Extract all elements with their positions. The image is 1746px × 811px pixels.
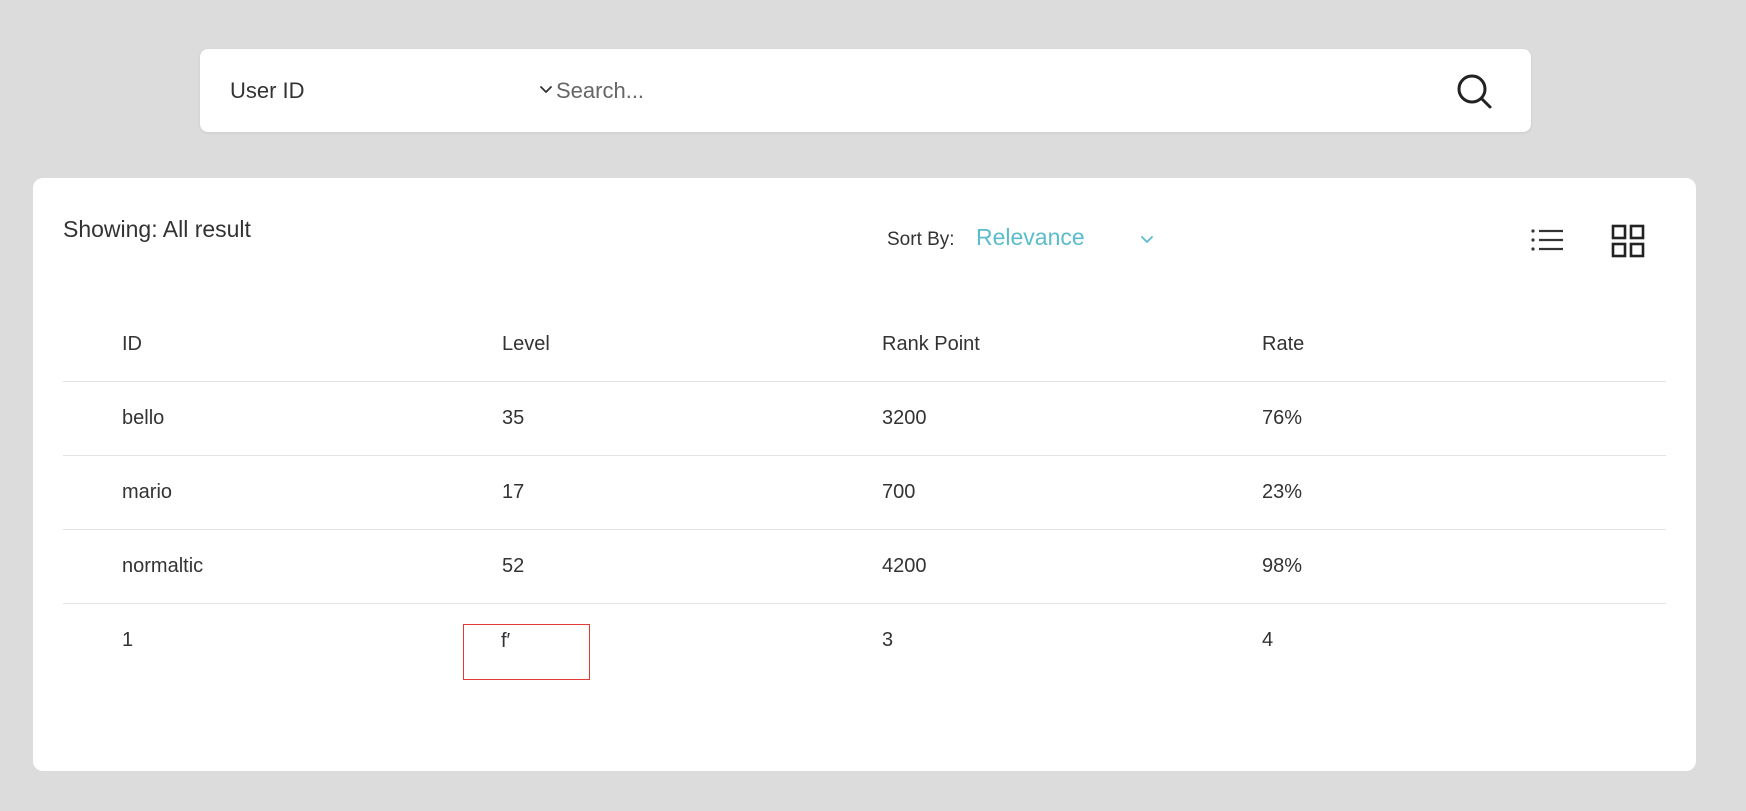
table-row[interactable]: bello 35 3200 76%: [63, 382, 1666, 456]
showing-text: Showing: All result: [63, 216, 251, 242]
sort-value: Relevance: [976, 224, 1085, 250]
cell-rate: 4: [1262, 629, 1274, 651]
cell-level-editor[interactable]: f′: [463, 624, 590, 680]
sort-label: Sort By:: [887, 229, 955, 250]
search-field-select[interactable]: User ID: [230, 49, 552, 132]
column-header-id: ID: [122, 333, 142, 355]
chevron-down-icon: [540, 86, 552, 93]
table-row[interactable]: normaltic 52 4200 98%: [63, 530, 1666, 604]
results-panel: Showing: All result Sort By: Relevance I…: [33, 178, 1696, 771]
grid-view-icon[interactable]: [1611, 224, 1645, 258]
cell-rate: 76%: [1262, 407, 1303, 429]
cell-rank-point: 3200: [882, 407, 927, 429]
cell-id: 1: [122, 629, 134, 651]
cell-level: 17: [502, 481, 525, 503]
table-row[interactable]: mario 17 700 23%: [63, 456, 1666, 530]
table-row[interactable]: 1 f′ 3 4: [63, 604, 1666, 680]
search-field-label: User ID: [230, 77, 305, 103]
cell-level: 35: [502, 407, 525, 429]
column-header-level: Level: [502, 333, 550, 355]
cell-rate: 23%: [1262, 481, 1303, 503]
search-bar: User ID: [200, 49, 1531, 132]
cell-rate: 98%: [1262, 555, 1303, 577]
cell-rank-point: 4200: [882, 555, 927, 577]
cell-id: mario: [122, 481, 173, 503]
chevron-down-icon: [1141, 236, 1153, 243]
cell-id: normaltic: [122, 555, 204, 577]
search-icon[interactable]: [1453, 69, 1497, 113]
column-header-rate: Rate: [1262, 333, 1305, 355]
cell-rank-point: 700: [882, 481, 916, 503]
results-table: ID Level Rank Point Rate bello 35 3200 7…: [63, 308, 1666, 680]
column-header-rank-point: Rank Point: [882, 333, 980, 355]
table-header-row: ID Level Rank Point Rate: [63, 308, 1666, 382]
cell-rank-point: 3: [882, 629, 894, 651]
cell-id: bello: [122, 407, 165, 429]
cell-level: 52: [502, 555, 525, 577]
sort-select[interactable]: Relevance: [976, 224, 1156, 258]
search-input[interactable]: [556, 69, 1436, 112]
list-view-icon[interactable]: [1530, 224, 1566, 256]
